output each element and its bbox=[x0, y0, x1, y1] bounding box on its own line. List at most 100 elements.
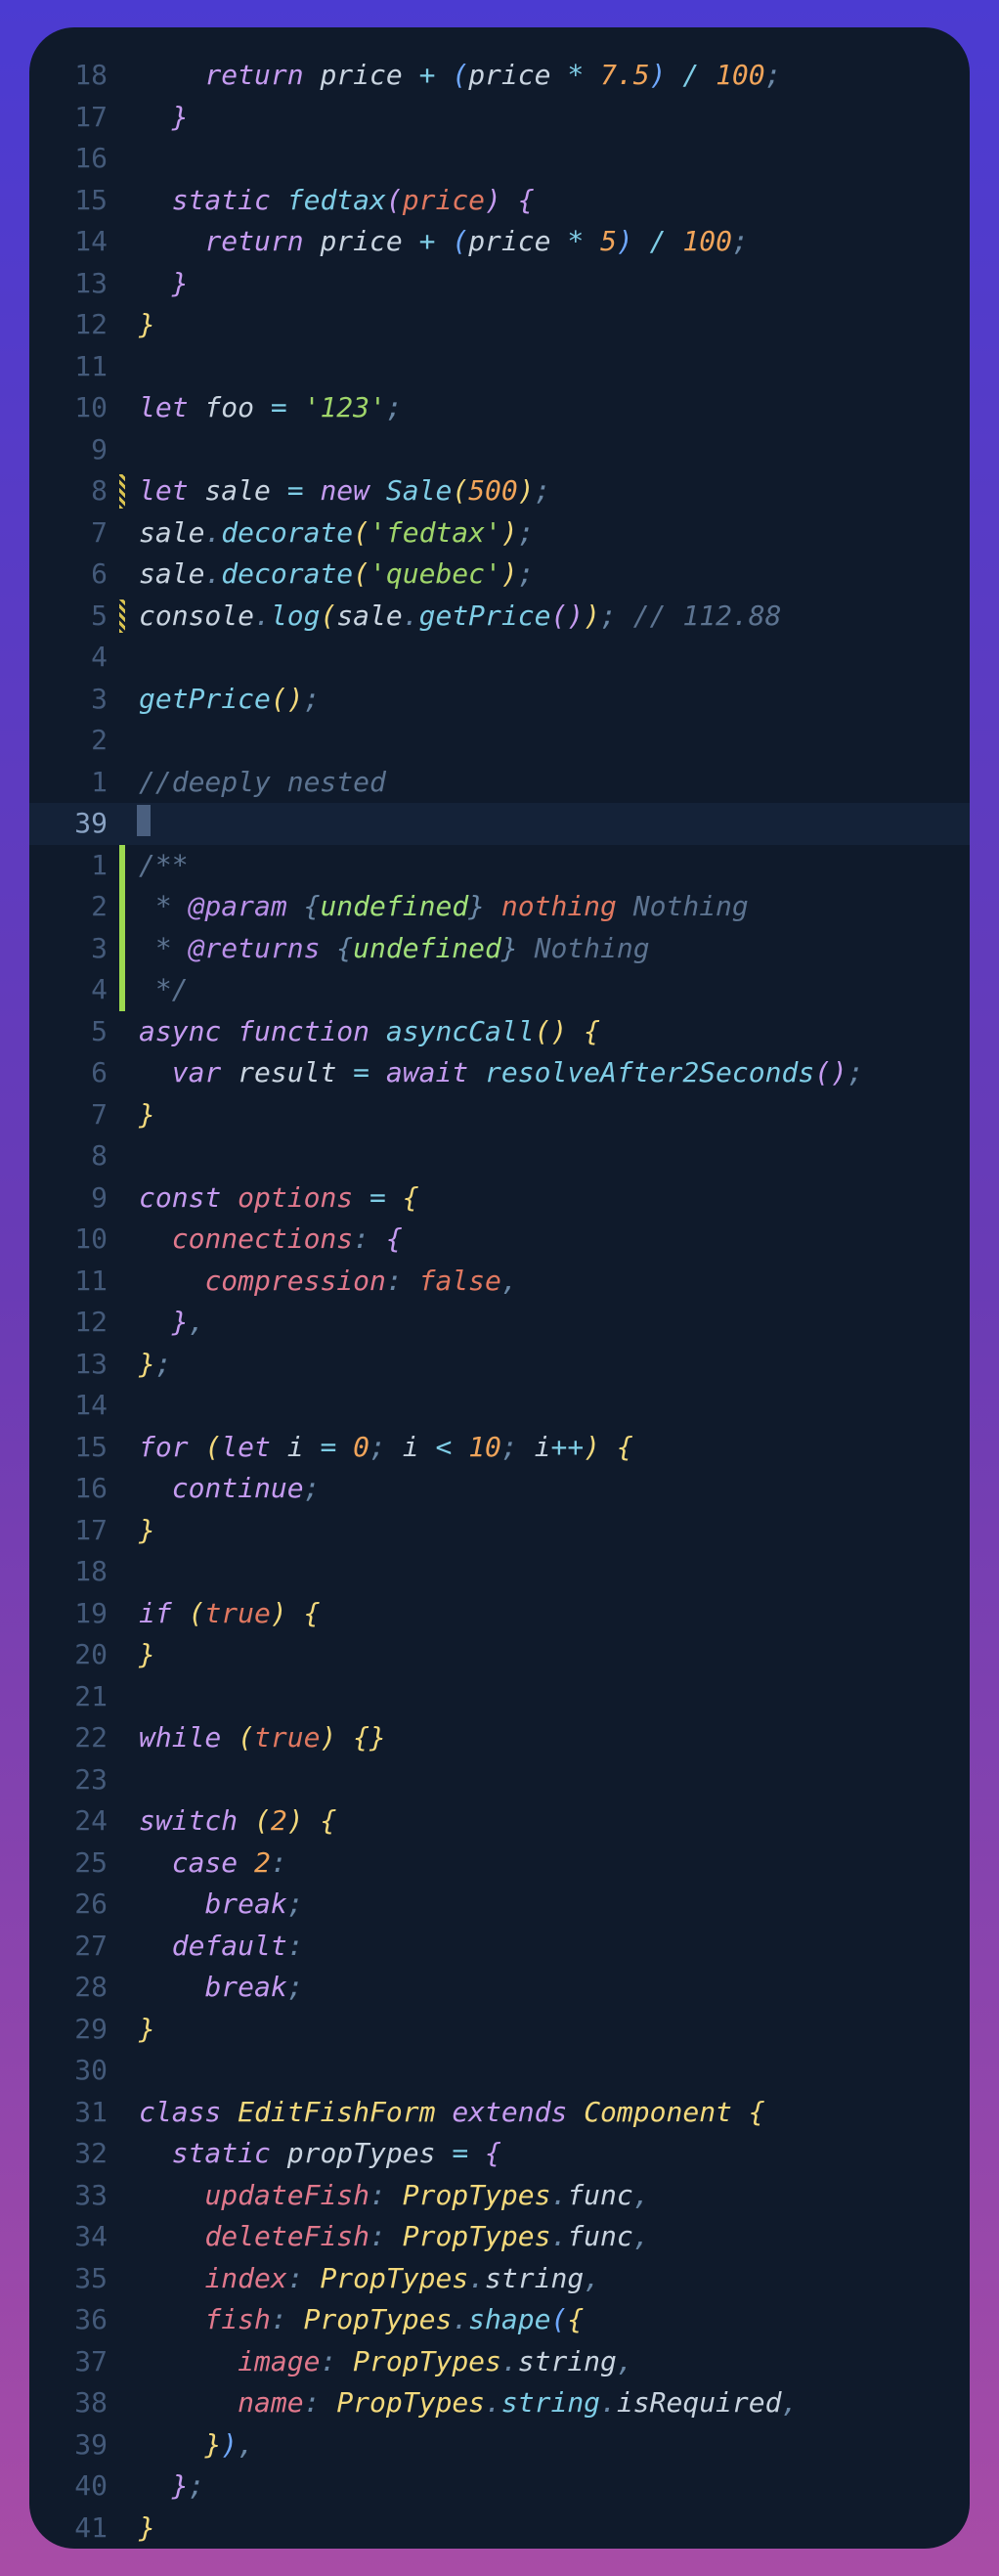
code-line[interactable]: 11 bbox=[29, 346, 970, 388]
code-line[interactable]: 31class EditFishForm extends Component { bbox=[29, 2092, 970, 2134]
code-line[interactable]: 36 fish: PropTypes.shape({ bbox=[29, 2299, 970, 2341]
code-content[interactable] bbox=[131, 2050, 970, 2092]
code-content[interactable] bbox=[131, 1759, 970, 1801]
code-line[interactable]: 35 index: PropTypes.string, bbox=[29, 2258, 970, 2300]
code-content[interactable]: return price + (price * 5) / 100; bbox=[131, 221, 970, 263]
code-content[interactable]: break; bbox=[131, 1967, 970, 2009]
code-line[interactable]: 22while (true) {} bbox=[29, 1717, 970, 1759]
code-content[interactable]: connections: { bbox=[131, 1219, 970, 1261]
code-line[interactable]: 6sale.decorate('quebec'); bbox=[29, 554, 970, 596]
code-line[interactable]: 28 break; bbox=[29, 1967, 970, 2009]
code-content[interactable]: compression: false, bbox=[131, 1261, 970, 1303]
code-line[interactable]: 37 image: PropTypes.string, bbox=[29, 2341, 970, 2383]
code-content[interactable]: while (true) {} bbox=[131, 1717, 970, 1759]
code-line[interactable]: 7} bbox=[29, 1094, 970, 1136]
code-content[interactable]: } bbox=[131, 263, 970, 305]
code-line[interactable]: 34 deleteFish: PropTypes.func, bbox=[29, 2216, 970, 2258]
code-line[interactable]: 3getPrice(); bbox=[29, 679, 970, 721]
code-content[interactable] bbox=[131, 1385, 970, 1427]
code-line[interactable]: 5console.log(sale.getPrice()); // 112.88 bbox=[29, 596, 970, 638]
code-content[interactable]: }; bbox=[131, 1344, 970, 1386]
code-content[interactable]: sale.decorate('quebec'); bbox=[131, 554, 970, 596]
code-line[interactable]: 19if (true) { bbox=[29, 1593, 970, 1635]
code-content[interactable]: case 2: bbox=[131, 1843, 970, 1885]
code-content[interactable]: } bbox=[131, 2508, 970, 2550]
code-content[interactable] bbox=[131, 346, 970, 388]
code-line[interactable]: 17} bbox=[29, 1510, 970, 1552]
code-editor[interactable]: 18 return price + (price * 7.5) / 100;17… bbox=[29, 27, 970, 2549]
code-line[interactable]: 21 bbox=[29, 1676, 970, 1718]
code-content[interactable]: deleteFish: PropTypes.func, bbox=[131, 2216, 970, 2258]
code-line[interactable]: 8let sale = new Sale(500); bbox=[29, 470, 970, 512]
code-line[interactable]: 18 return price + (price * 7.5) / 100; bbox=[29, 55, 970, 97]
code-line[interactable]: 12} bbox=[29, 304, 970, 346]
code-content[interactable]: }, bbox=[131, 1302, 970, 1344]
code-line[interactable]: 1/** bbox=[29, 845, 970, 887]
code-line[interactable]: 18 bbox=[29, 1551, 970, 1593]
code-line[interactable]: 7sale.decorate('fedtax'); bbox=[29, 512, 970, 555]
code-content[interactable]: } bbox=[131, 1634, 970, 1676]
code-content[interactable]: fish: PropTypes.shape({ bbox=[131, 2299, 970, 2341]
code-content[interactable]: * @param {undefined} nothing Nothing bbox=[131, 886, 970, 928]
code-line[interactable]: 9const options = { bbox=[29, 1177, 970, 1220]
code-content[interactable]: static fedtax(price) { bbox=[131, 180, 970, 222]
code-line[interactable]: 20} bbox=[29, 1634, 970, 1676]
code-line[interactable]: 38 name: PropTypes.string.isRequired, bbox=[29, 2382, 970, 2424]
code-line[interactable]: 10 connections: { bbox=[29, 1219, 970, 1261]
code-line[interactable]: 32 static propTypes = { bbox=[29, 2133, 970, 2175]
code-line[interactable]: 16 bbox=[29, 138, 970, 180]
code-line[interactable]: 25 case 2: bbox=[29, 1843, 970, 1885]
code-content[interactable] bbox=[131, 720, 970, 762]
code-content[interactable]: image: PropTypes.string, bbox=[131, 2341, 970, 2383]
code-line[interactable]: 29} bbox=[29, 2009, 970, 2051]
code-line[interactable]: 16 continue; bbox=[29, 1468, 970, 1510]
code-line[interactable]: 33 updateFish: PropTypes.func, bbox=[29, 2175, 970, 2217]
code-line[interactable]: 10let foo = '123'; bbox=[29, 387, 970, 429]
code-content[interactable] bbox=[131, 429, 970, 471]
code-content[interactable]: async function asyncCall() { bbox=[131, 1011, 970, 1053]
code-line[interactable]: 1//deeply nested bbox=[29, 762, 970, 804]
code-line[interactable]: 2 bbox=[29, 720, 970, 762]
code-content[interactable]: }; bbox=[131, 2465, 970, 2508]
code-line[interactable]: 2 * @param {undefined} nothing Nothing bbox=[29, 886, 970, 928]
code-line[interactable]: 15 static fedtax(price) { bbox=[29, 180, 970, 222]
code-content[interactable]: var result = await resolveAfter2Seconds(… bbox=[131, 1052, 970, 1094]
code-line[interactable]: 9 bbox=[29, 429, 970, 471]
code-content[interactable]: } bbox=[131, 97, 970, 139]
code-content[interactable]: if (true) { bbox=[131, 1593, 970, 1635]
code-content[interactable]: } bbox=[131, 304, 970, 346]
code-content[interactable]: let foo = '123'; bbox=[131, 387, 970, 429]
code-content[interactable]: class EditFishForm extends Component { bbox=[131, 2092, 970, 2134]
code-line[interactable]: 17 } bbox=[29, 97, 970, 139]
code-content[interactable]: let sale = new Sale(500); bbox=[131, 470, 970, 512]
code-line[interactable]: 30 bbox=[29, 2050, 970, 2092]
code-line[interactable]: 6 var result = await resolveAfter2Second… bbox=[29, 1052, 970, 1094]
code-content[interactable] bbox=[131, 803, 970, 845]
code-line[interactable]: 13 } bbox=[29, 263, 970, 305]
code-line[interactable]: 11 compression: false, bbox=[29, 1261, 970, 1303]
code-line[interactable]: 14 bbox=[29, 1385, 970, 1427]
code-line[interactable]: 4 bbox=[29, 637, 970, 679]
code-line[interactable]: 39 }), bbox=[29, 2424, 970, 2466]
code-content[interactable]: } bbox=[131, 1094, 970, 1136]
code-content[interactable]: getPrice(); bbox=[131, 679, 970, 721]
code-line[interactable]: 14 return price + (price * 5) / 100; bbox=[29, 221, 970, 263]
code-content[interactable]: return price + (price * 7.5) / 100; bbox=[131, 55, 970, 97]
code-content[interactable]: } bbox=[131, 1510, 970, 1552]
code-content[interactable]: }), bbox=[131, 2424, 970, 2466]
code-line[interactable]: 39 bbox=[29, 803, 970, 845]
code-content[interactable]: name: PropTypes.string.isRequired, bbox=[131, 2382, 970, 2424]
code-content[interactable] bbox=[131, 1551, 970, 1593]
code-content[interactable]: /** bbox=[131, 845, 970, 887]
code-content[interactable]: console.log(sale.getPrice()); // 112.88 bbox=[131, 596, 970, 638]
code-line[interactable]: 15for (let i = 0; i < 10; i++) { bbox=[29, 1427, 970, 1469]
code-content[interactable]: index: PropTypes.string, bbox=[131, 2258, 970, 2300]
code-line[interactable]: 23 bbox=[29, 1759, 970, 1801]
code-content[interactable] bbox=[131, 1676, 970, 1718]
code-content[interactable]: */ bbox=[131, 969, 970, 1011]
code-content[interactable]: const options = { bbox=[131, 1177, 970, 1220]
code-content[interactable]: } bbox=[131, 2009, 970, 2051]
code-line[interactable]: 4 */ bbox=[29, 969, 970, 1011]
code-line[interactable]: 12 }, bbox=[29, 1302, 970, 1344]
code-line[interactable]: 24switch (2) { bbox=[29, 1800, 970, 1843]
